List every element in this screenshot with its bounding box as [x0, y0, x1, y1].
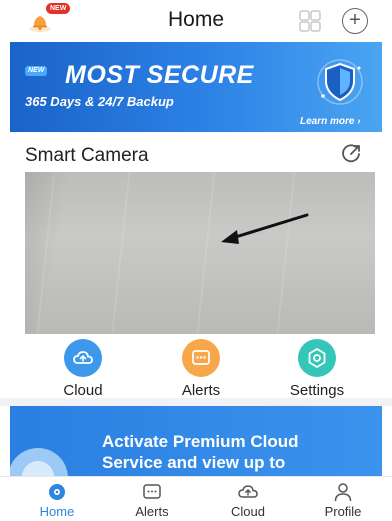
header: NEW Home + [0, 0, 392, 42]
nav-home[interactable]: Home [17, 482, 97, 519]
nav-cloud[interactable]: Cloud [208, 482, 288, 519]
nav-cloud-label: Cloud [231, 504, 265, 519]
promo-text-line1: Activate Premium Cloud [102, 432, 299, 451]
settings-label: Settings [289, 382, 345, 399]
grid-icon[interactable] [298, 10, 322, 32]
bottom-nav: Home Alerts Cloud Profile [0, 476, 392, 521]
profile-icon [303, 482, 383, 502]
nav-profile-label: Profile [324, 504, 362, 519]
alerts-action-button[interactable]: Alerts [156, 339, 246, 399]
arrow-annotation-icon [215, 212, 310, 246]
camera-title: Smart Camera [25, 145, 149, 166]
cloud-label: Cloud [63, 382, 103, 399]
alerts-label: Alerts [181, 382, 221, 399]
cloud-action-button[interactable]: Cloud [38, 339, 128, 399]
camera-live-view[interactable] [25, 172, 375, 334]
add-device-button[interactable]: + [342, 8, 368, 34]
home-icon [17, 482, 97, 502]
nav-alerts-label: Alerts [135, 504, 169, 519]
settings-action-button[interactable]: Settings [272, 339, 362, 399]
shield-icon [315, 56, 365, 106]
learn-more-link[interactable]: Learn more › [300, 116, 361, 127]
premium-cloud-promo[interactable]: Activate Premium Cloud Service and view … [10, 406, 382, 476]
promo-text: Activate Premium Cloud Service and view … [102, 431, 299, 473]
banner-headline: MOST SECURE [65, 61, 254, 89]
alerts-icon [112, 482, 192, 502]
section-divider [0, 398, 392, 406]
image-streak [36, 172, 56, 334]
cloud-icon [64, 339, 102, 377]
promo-text-line2: Service and view up to [102, 453, 286, 472]
page-title: Home [167, 8, 225, 31]
settings-icon [298, 339, 336, 377]
image-streak [276, 172, 296, 334]
nav-alerts[interactable]: Alerts [112, 482, 192, 519]
promo-banner[interactable]: NEW MOST SECURE 365 Days & 24/7 Backup L… [10, 42, 382, 132]
image-streak [196, 172, 216, 334]
plus-icon: + [349, 9, 361, 31]
image-streak [111, 172, 131, 334]
alerts-icon [182, 339, 220, 377]
banner-subtitle: 365 Days & 24/7 Backup [25, 94, 174, 109]
nav-home-label: Home [39, 504, 75, 519]
nav-profile[interactable]: Profile [303, 482, 383, 519]
share-icon[interactable] [340, 143, 362, 165]
cloud-icon [208, 482, 288, 502]
banner-new-tag: NEW [25, 66, 48, 76]
